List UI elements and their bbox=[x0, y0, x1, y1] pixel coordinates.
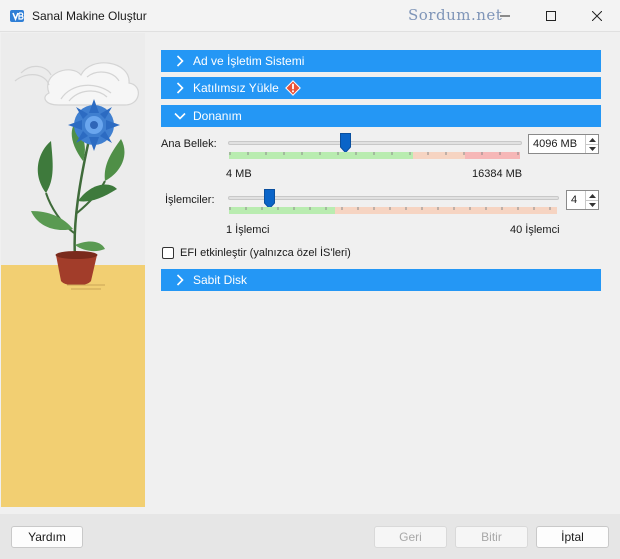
warning-icon bbox=[284, 80, 301, 96]
flower-pot-illustration bbox=[1, 33, 145, 507]
chevron-down-icon bbox=[173, 109, 187, 123]
chevron-right-icon bbox=[173, 54, 187, 68]
back-button[interactable]: Geri bbox=[374, 526, 447, 548]
help-button[interactable]: Yardım bbox=[11, 526, 83, 548]
virtualbox-icon bbox=[10, 10, 24, 22]
section-label: Ad ve İşletim Sistemi bbox=[193, 54, 305, 68]
chevron-right-icon bbox=[173, 273, 187, 287]
processors-slider-thumb[interactable] bbox=[264, 189, 275, 209]
memory-slider-thumb[interactable] bbox=[340, 133, 351, 153]
spin-up-icon[interactable] bbox=[586, 135, 598, 144]
minimize-button[interactable] bbox=[482, 0, 528, 32]
section-name-and-os[interactable]: Ad ve İşletim Sistemi bbox=[161, 50, 601, 72]
maximize-button[interactable] bbox=[528, 0, 574, 32]
minimize-icon bbox=[500, 15, 510, 17]
finish-button[interactable]: Bitir bbox=[455, 526, 528, 548]
processors-slider-track[interactable] bbox=[228, 196, 559, 200]
section-label: Katılımsız Yükle bbox=[193, 81, 279, 95]
chevron-right-icon bbox=[173, 81, 187, 95]
wizard-illustration bbox=[1, 33, 145, 507]
window-title: Sanal Makine Oluştur bbox=[32, 9, 147, 23]
memory-min-label: 4 MB bbox=[226, 168, 252, 180]
close-button[interactable] bbox=[574, 0, 620, 32]
memory-spinbox[interactable]: 4096 MB bbox=[528, 134, 599, 154]
processors-label: İşlemciler: bbox=[165, 194, 215, 206]
processors-max-label: 40 İşlemci bbox=[510, 224, 560, 236]
section-label: Donanım bbox=[193, 109, 242, 123]
efi-checkbox[interactable] bbox=[162, 247, 174, 259]
section-unattended-install[interactable]: Katılımsız Yükle bbox=[161, 77, 601, 99]
section-label: Sabit Disk bbox=[193, 273, 248, 287]
spin-up-icon[interactable] bbox=[586, 191, 598, 200]
processors-min-label: 1 İşlemci bbox=[226, 224, 270, 236]
spin-down-icon[interactable] bbox=[586, 200, 598, 209]
processors-scale bbox=[229, 207, 557, 214]
memory-value: 4096 MB bbox=[533, 138, 578, 150]
memory-slider-track[interactable] bbox=[228, 141, 522, 145]
processors-spinbox[interactable]: 4 bbox=[566, 190, 599, 210]
memory-scale bbox=[229, 152, 520, 159]
maximize-icon bbox=[546, 11, 556, 21]
section-hard-disk[interactable]: Sabit Disk bbox=[161, 269, 601, 291]
cancel-button[interactable]: İptal bbox=[536, 526, 609, 548]
memory-label: Ana Bellek: bbox=[161, 138, 217, 150]
close-icon bbox=[592, 11, 602, 21]
efi-label: EFI etkinleştir (yalnızca özel İS'leri) bbox=[180, 247, 351, 259]
processors-value: 4 bbox=[571, 194, 578, 206]
memory-max-label: 16384 MB bbox=[472, 168, 523, 180]
title-bar: Sanal Makine Oluştur Sordum.net bbox=[0, 0, 620, 32]
section-hardware[interactable]: Donanım bbox=[161, 105, 601, 127]
spin-down-icon[interactable] bbox=[586, 144, 598, 153]
